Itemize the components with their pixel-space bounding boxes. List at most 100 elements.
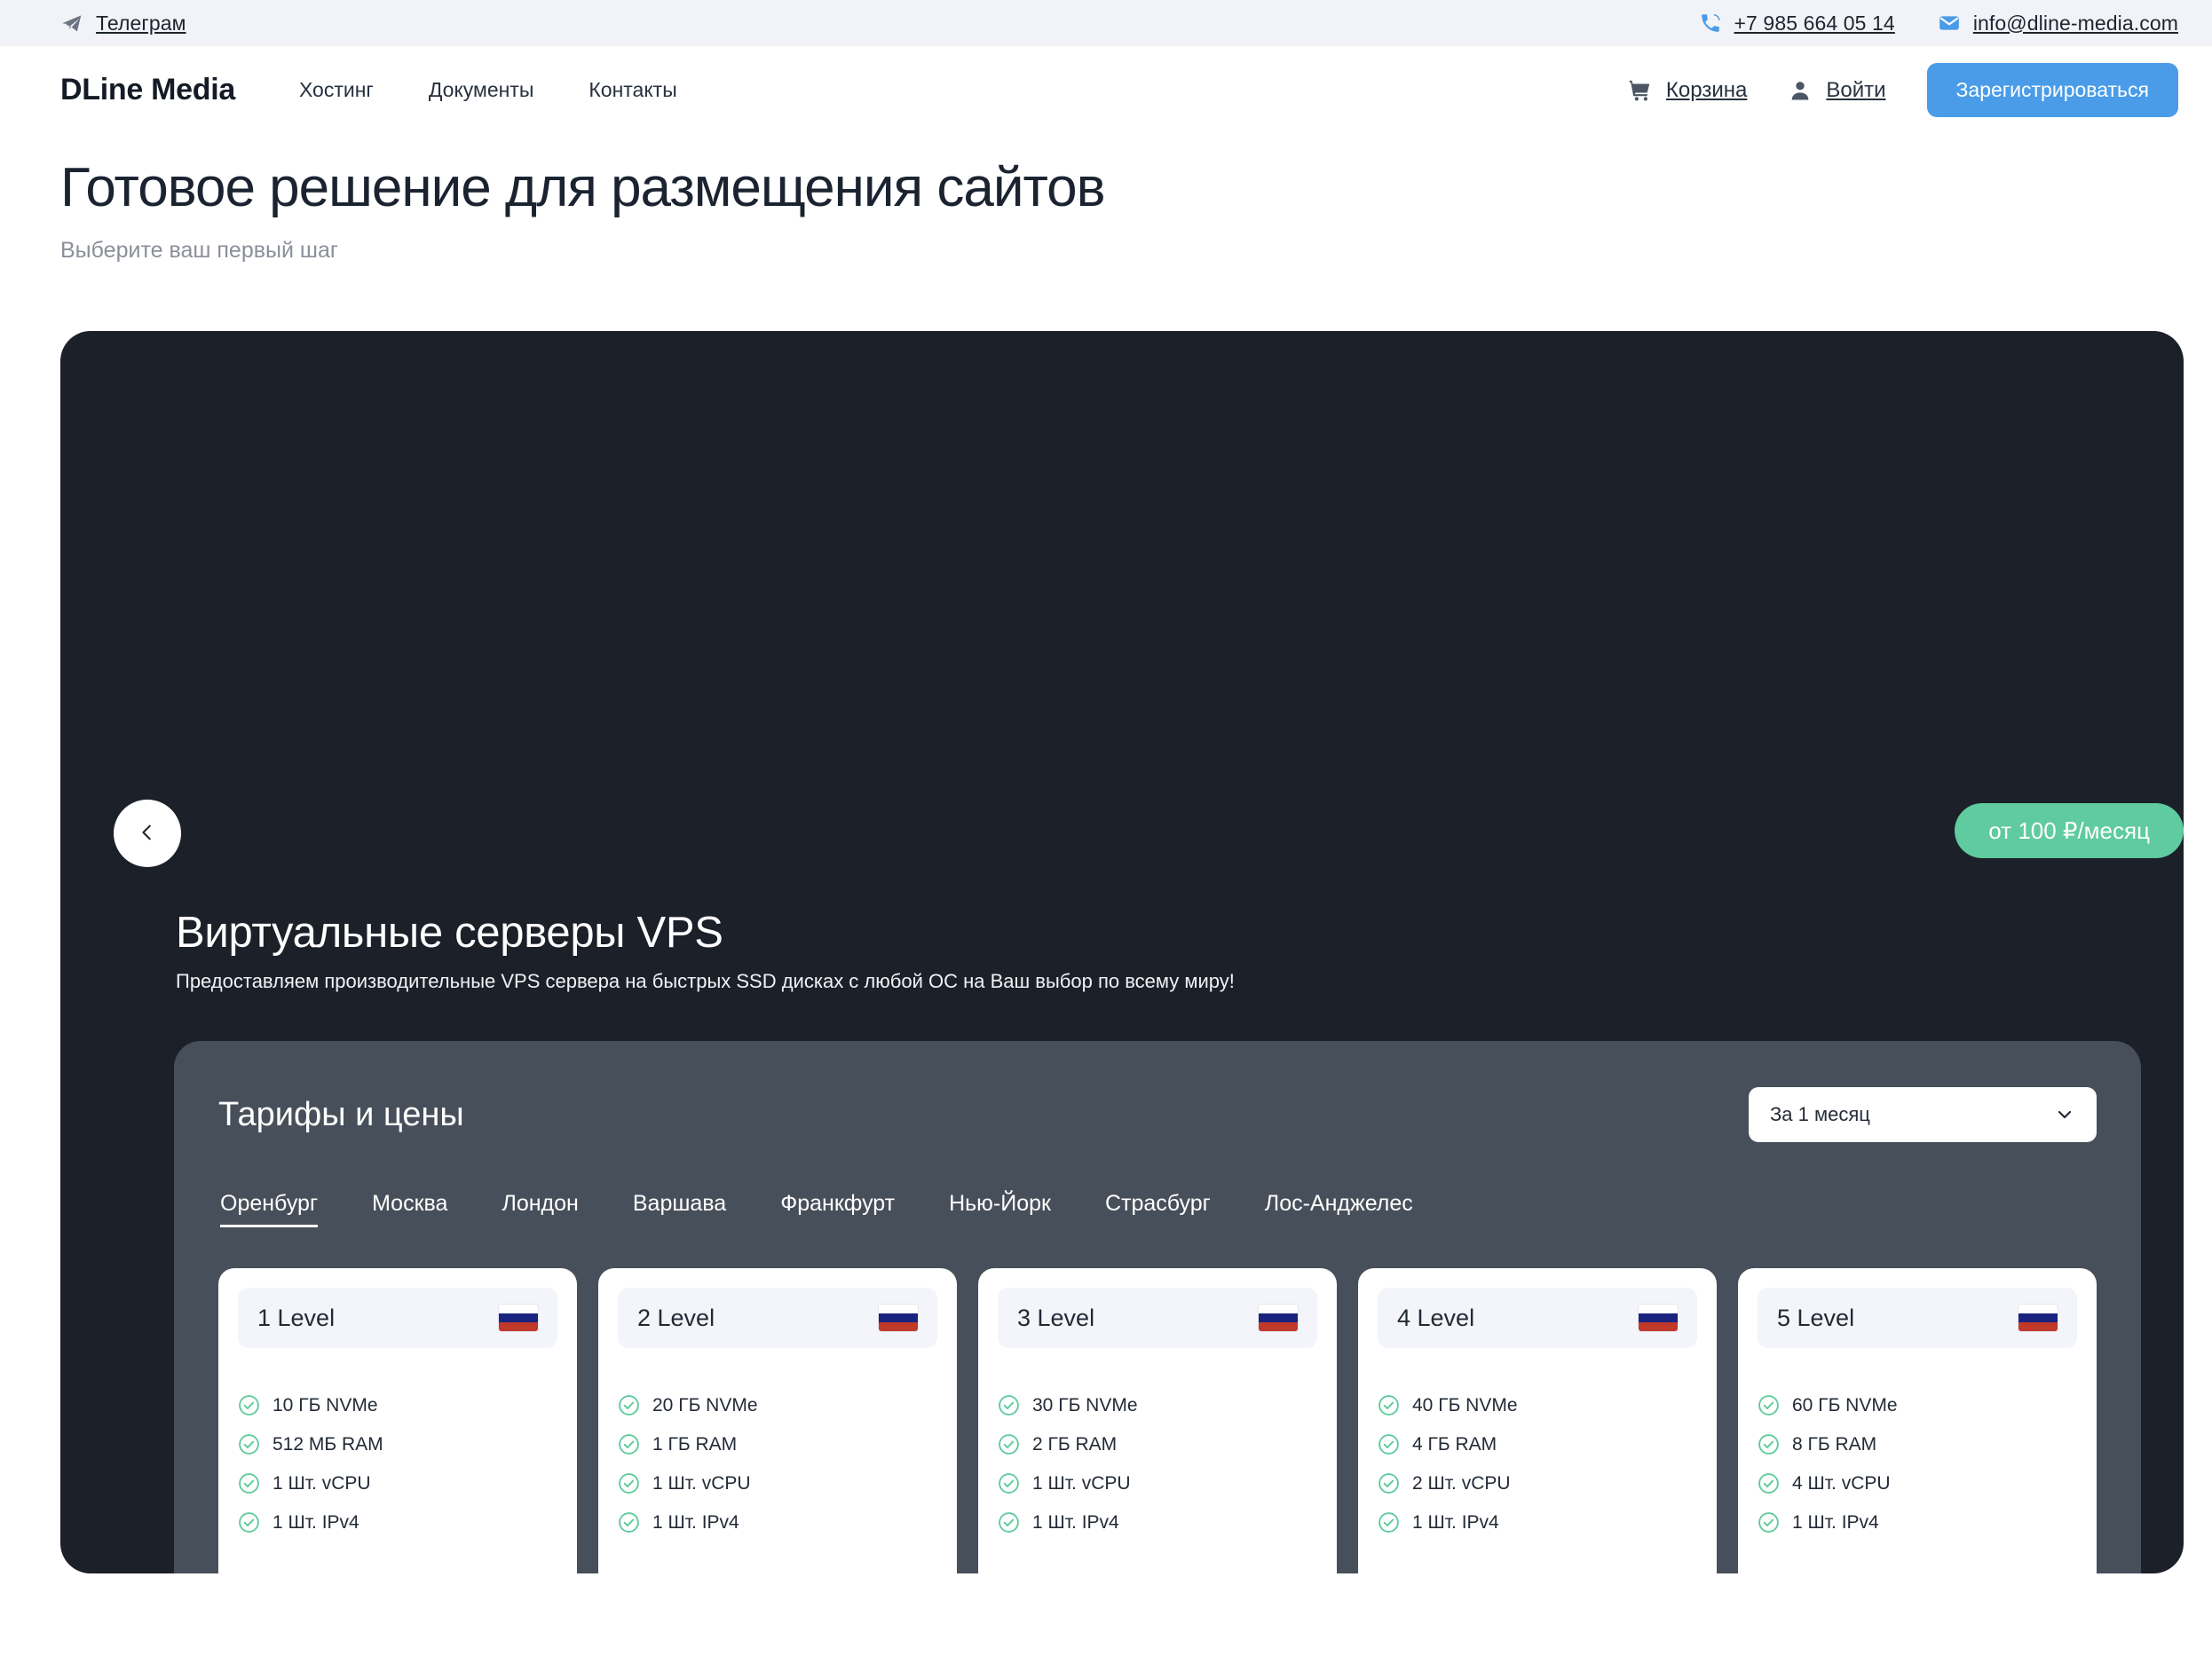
plan-spec: 1 Шт. vCPU <box>238 1472 557 1494</box>
plan-spec: 1 Шт. IPv4 <box>238 1511 557 1534</box>
site-header: DLine Media Хостинг Документы Контакты К… <box>0 46 2212 134</box>
plan-spec-label: 4 Шт. vCPU <box>1792 1472 1891 1494</box>
plan-specs: 30 ГБ NVMe 2 ГБ RAM 1 Шт. vCPU 1 Шт. IPv4 <box>998 1394 1317 1534</box>
check-circle-icon <box>1378 1472 1400 1494</box>
plan-spec-label: 30 ГБ NVMe <box>1032 1394 1138 1415</box>
plan-spec: 2 ГБ RAM <box>998 1433 1317 1455</box>
plan-spec-label: 1 Шт. IPv4 <box>1032 1511 1119 1533</box>
plan-name: 2 Level <box>637 1304 715 1331</box>
plan-spec-label: 1 Шт. IPv4 <box>652 1511 739 1533</box>
plan-spec: 20 ГБ NVMe <box>618 1394 937 1416</box>
chevron-down-icon <box>2054 1104 2075 1125</box>
telegram-link[interactable]: Телеграм <box>60 12 186 35</box>
product-description: Предоставляем производительные VPS серве… <box>176 970 1235 993</box>
login-link[interactable]: Войти <box>1788 77 1886 103</box>
city-tab-new-york[interactable]: Нью-Йорк <box>949 1191 1051 1227</box>
telegram-label: Телеграм <box>96 11 186 35</box>
check-circle-icon <box>998 1394 1020 1416</box>
cart-label: Корзина <box>1665 77 1748 102</box>
carousel-prev-button[interactable] <box>114 800 181 868</box>
plan-spec-label: 1 Шт. IPv4 <box>1792 1511 1879 1533</box>
mail-icon <box>1938 12 1961 35</box>
plan-name: 1 Level <box>257 1304 336 1331</box>
check-circle-icon <box>1378 1433 1400 1455</box>
city-tab-warsaw[interactable]: Варшава <box>633 1191 726 1227</box>
nav-item-hosting[interactable]: Хостинг <box>299 78 374 102</box>
check-circle-icon <box>1758 1511 1780 1534</box>
plan-specs: 20 ГБ NVMe 1 ГБ RAM 1 Шт. vCPU 1 Шт. IPv4 <box>618 1394 937 1534</box>
phone-link[interactable]: +7 985 664 05 14 <box>1699 12 1895 35</box>
plan-spec-label: 2 Шт. vCPU <box>1412 1472 1511 1494</box>
plan-spec: 8 ГБ RAM <box>1758 1433 2077 1455</box>
plan-spec: 1 Шт. IPv4 <box>618 1511 937 1534</box>
check-circle-icon <box>618 1472 640 1494</box>
city-tab-london[interactable]: Лондон <box>502 1191 578 1227</box>
nav-item-contacts[interactable]: Контакты <box>589 78 676 102</box>
plan-spec-label: 512 МБ RAM <box>273 1433 383 1455</box>
register-button[interactable]: Зарегистрироваться <box>1926 63 2178 117</box>
check-circle-icon <box>238 1511 260 1534</box>
plan-spec: 1 Шт. vCPU <box>998 1472 1317 1494</box>
city-tab-los-angeles[interactable]: Лос-Анджелес <box>1265 1191 1413 1227</box>
plan-cards: 1 Level 10 ГБ NVMe 512 МБ RAM 1 Шт. vCPU 1 Ш… <box>218 1268 2097 1574</box>
tariffs-heading: Тарифы и цены <box>218 1095 464 1133</box>
plan-spec-label: 1 Шт. vCPU <box>273 1472 371 1494</box>
page-title: Готовое решение для размещения сайтов <box>60 157 1106 218</box>
plan-spec-label: 8 ГБ RAM <box>1792 1433 1877 1455</box>
plan-spec-label: 1 Шт. IPv4 <box>273 1511 359 1533</box>
price-from-badge: от 100 ₽/месяц <box>1955 803 2184 859</box>
plan-spec-label: 10 ГБ NVMe <box>273 1394 378 1415</box>
plan-spec-label: 1 Шт. IPv4 <box>1412 1511 1499 1533</box>
plan-specs: 10 ГБ NVMe 512 МБ RAM 1 Шт. vCPU 1 Шт. IPv4 <box>238 1394 557 1534</box>
login-label: Войти <box>1826 77 1886 102</box>
plan-spec: 60 ГБ NVMe <box>1758 1394 2077 1416</box>
product-title: Виртуальные серверы VPS <box>176 909 723 958</box>
cart-link[interactable]: Корзина <box>1626 77 1747 104</box>
ru-flag-icon <box>1639 1305 1678 1332</box>
cart-icon <box>1626 77 1653 104</box>
city-tab-strasbourg[interactable]: Страсбург <box>1105 1191 1211 1227</box>
phone-icon <box>1699 12 1722 35</box>
telegram-icon <box>60 12 83 35</box>
plan-spec-label: 1 ГБ RAM <box>652 1433 738 1455</box>
period-select-value: За 1 месяц <box>1770 1103 1870 1126</box>
plan-spec: 40 ГБ NVMe <box>1378 1394 1697 1416</box>
plan-name: 4 Level <box>1397 1304 1475 1331</box>
chevron-left-icon <box>138 823 157 845</box>
check-circle-icon <box>1378 1511 1400 1534</box>
check-circle-icon <box>998 1511 1020 1534</box>
plan-card: 3 Level 30 ГБ NVMe 2 ГБ RAM 1 Шт. vCPU 1 Шт.… <box>978 1268 1337 1574</box>
tariffs-panel-header: Тарифы и цены За 1 месяц <box>218 1087 2097 1143</box>
nav-item-documents[interactable]: Документы <box>429 78 534 102</box>
period-select[interactable]: За 1 месяц <box>1749 1087 2097 1143</box>
plan-spec: 30 ГБ NVMe <box>998 1394 1317 1416</box>
check-circle-icon <box>618 1511 640 1534</box>
city-tab-moscow[interactable]: Москва <box>372 1191 447 1227</box>
plan-spec: 512 МБ RAM <box>238 1433 557 1455</box>
product-heading-block: Виртуальные серверы VPS Предоставляем пр… <box>176 908 1235 993</box>
hero-section: Готовое решение для размещения сайтов Вы… <box>0 134 2212 264</box>
plan-card-header: 2 Level <box>618 1288 937 1349</box>
check-circle-icon <box>238 1394 260 1416</box>
plan-spec: 10 ГБ NVMe <box>238 1394 557 1416</box>
plan-card: 5 Level 60 ГБ NVMe 8 ГБ RAM 4 Шт. vCPU 1 Шт.… <box>1738 1268 2097 1574</box>
check-circle-icon <box>998 1472 1020 1494</box>
site-logo[interactable]: DLine Media <box>60 73 235 107</box>
plan-spec-label: 40 ГБ NVMe <box>1412 1394 1518 1415</box>
email-link[interactable]: info@dline-media.com <box>1938 12 2178 35</box>
email-label: info@dline-media.com <box>1972 11 2178 35</box>
plan-spec-label: 2 ГБ RAM <box>1032 1433 1118 1455</box>
main-nav: Хостинг Документы Контакты <box>299 78 677 102</box>
plan-spec-label: 1 Шт. vCPU <box>652 1472 751 1494</box>
plan-name: 3 Level <box>1017 1304 1095 1331</box>
ru-flag-icon <box>2018 1305 2058 1332</box>
city-tabs: Оренбург Москва Лондон Варшава Франкфурт… <box>218 1191 2097 1228</box>
plan-card: 2 Level 20 ГБ NVMe 1 ГБ RAM 1 Шт. vCPU 1 Шт.… <box>598 1268 957 1574</box>
plan-card: 1 Level 10 ГБ NVMe 512 МБ RAM 1 Шт. vCPU 1 Ш… <box>218 1268 577 1574</box>
city-tab-orenburg[interactable]: Оренбург <box>220 1191 319 1228</box>
check-circle-icon <box>618 1394 640 1416</box>
user-icon <box>1788 78 1813 103</box>
plan-spec: 1 Шт. IPv4 <box>1758 1511 2077 1534</box>
city-tab-frankfurt[interactable]: Франкфурт <box>780 1191 895 1227</box>
check-circle-icon <box>1758 1394 1780 1416</box>
